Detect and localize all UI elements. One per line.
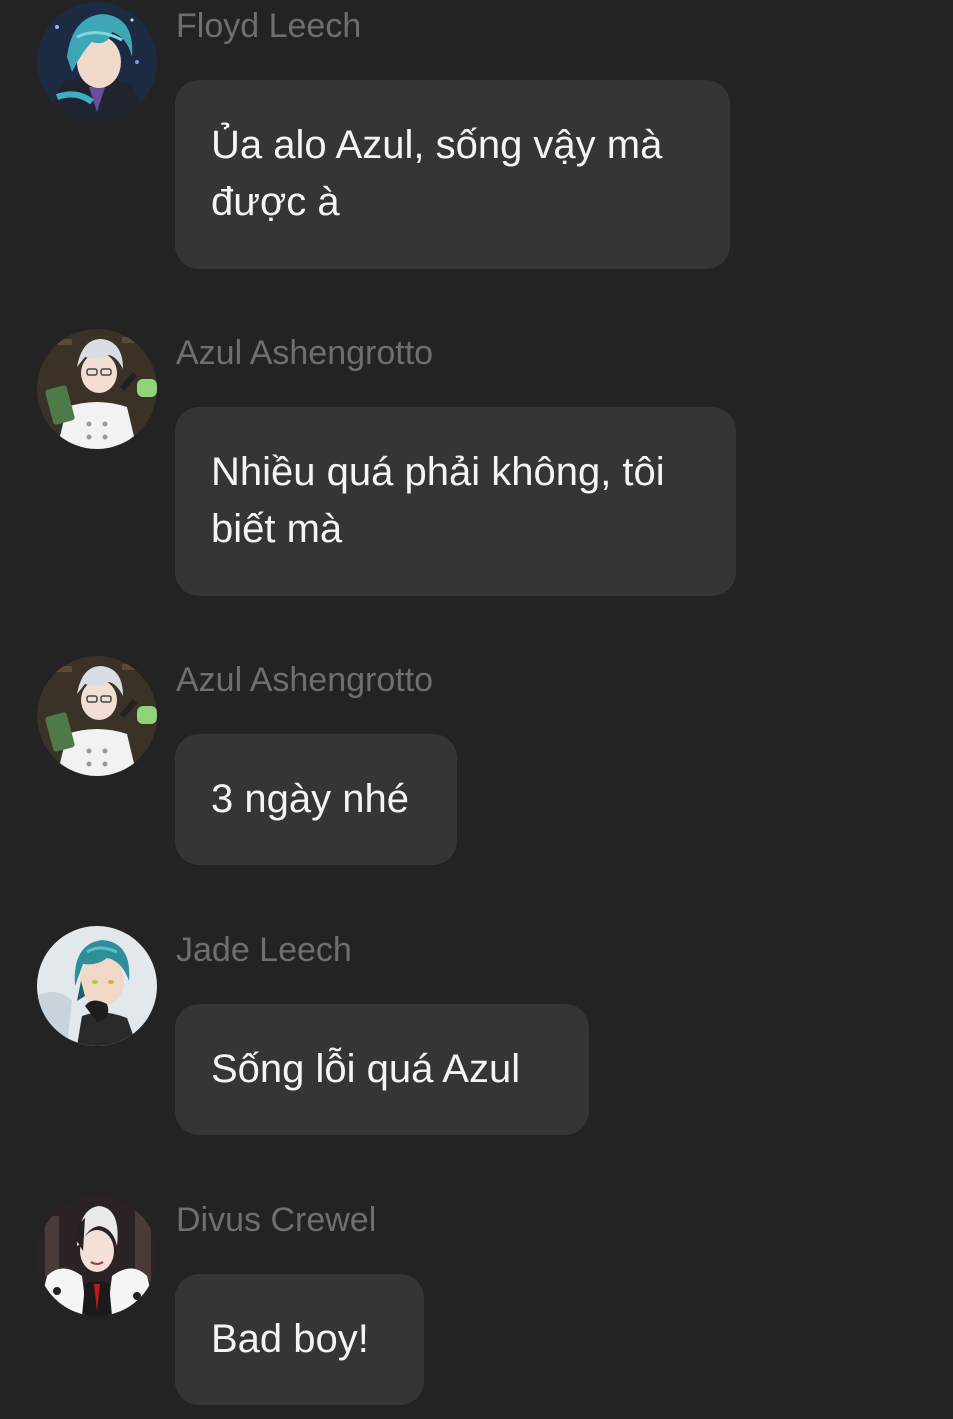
sender-name: Azul Ashengrotto xyxy=(176,661,434,699)
chat-message: Floyd Leech Ủa alo Azul, sống vậy mà đượ… xyxy=(0,2,953,272)
sender-name: Jade Leech xyxy=(176,931,352,969)
message-bubble: Ủa alo Azul, sống vậy mà được à xyxy=(175,80,730,269)
message-text: Bad boy! xyxy=(211,1317,369,1361)
message-text: Nhiều quá phải không, tôi biết mà xyxy=(211,450,665,551)
chat-feed: Floyd Leech Ủa alo Azul, sống vậy mà đượ… xyxy=(0,0,953,1419)
azul-avatar[interactable] xyxy=(37,656,157,776)
azul-avatar[interactable] xyxy=(37,329,157,449)
message-text: Ủa alo Azul, sống vậy mà được à xyxy=(211,123,663,224)
message-text: Sống lỗi quá Azul xyxy=(211,1047,521,1091)
chat-message: Divus Crewel Bad boy! xyxy=(0,1196,953,1406)
message-bubble: Bad boy! xyxy=(175,1274,424,1405)
sender-name: Azul Ashengrotto xyxy=(176,334,434,372)
floyd-avatar[interactable] xyxy=(37,2,157,122)
message-bubble: 3 ngày nhé xyxy=(175,734,457,865)
message-bubble: Sống lỗi quá Azul xyxy=(175,1004,589,1135)
sender-name: Floyd Leech xyxy=(176,7,362,45)
chat-message: Azul Ashengrotto 3 ngày nhé xyxy=(0,656,953,866)
sender-name: Divus Crewel xyxy=(176,1201,377,1239)
crewel-avatar[interactable] xyxy=(37,1196,157,1316)
chat-message: Azul Ashengrotto Nhiều quá phải không, t… xyxy=(0,329,953,599)
message-bubble: Nhiều quá phải không, tôi biết mà xyxy=(175,407,736,596)
jade-avatar[interactable] xyxy=(37,926,157,1046)
chat-message: Jade Leech Sống lỗi quá Azul xyxy=(0,926,953,1136)
message-text: 3 ngày nhé xyxy=(211,777,409,821)
